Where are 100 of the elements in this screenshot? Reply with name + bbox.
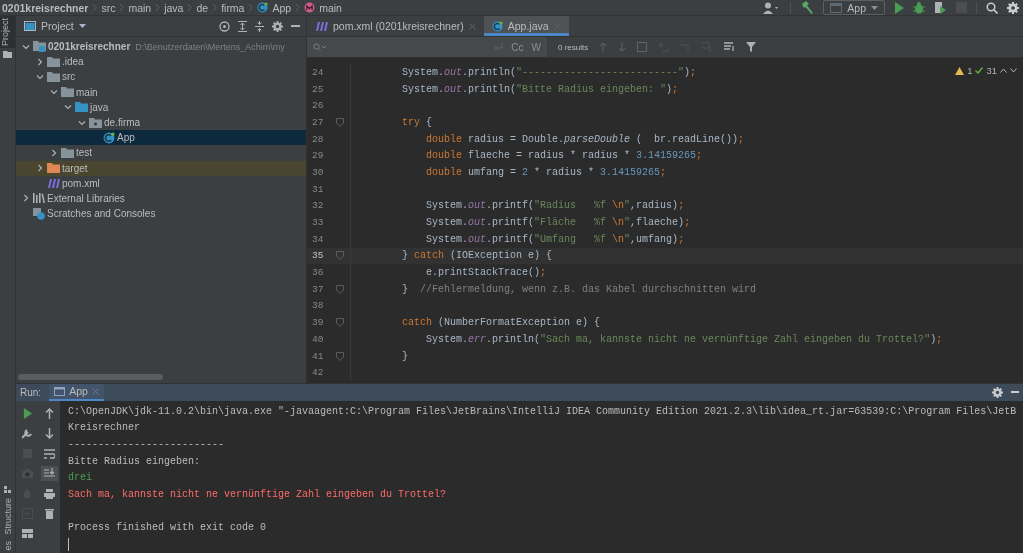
settings-icon[interactable] [272, 20, 283, 32]
scroll-to-end-icon[interactable] [40, 466, 58, 482]
chevron-icon [155, 3, 161, 12]
search-icon[interactable] [986, 1, 998, 14]
up-arrow-icon[interactable] [44, 408, 54, 420]
breadcrumb-item[interactable]: App [272, 1, 292, 14]
code-token: System. [425, 200, 469, 212]
breadcrumb-item[interactable]: main [319, 1, 342, 14]
breadcrumb-item[interactable]: src [101, 1, 116, 14]
tree-item[interactable]: External Libraries [16, 190, 306, 207]
expand-all-icon[interactable] [238, 20, 247, 32]
code-token: //Fehlermeldung, wenn z.B. das Kabel durchschnitten wird [420, 283, 757, 295]
fold-marker-icon[interactable] [336, 351, 344, 361]
tree-item[interactable]: test [16, 145, 306, 161]
breadcrumb-item[interactable]: 0201kreisrechner [2, 1, 89, 14]
search-field[interactable]: Cc W [307, 37, 547, 57]
line-number: 25 [311, 83, 325, 95]
line-number: 41 [311, 350, 325, 362]
code-token: { [425, 116, 433, 128]
window-icon [24, 21, 36, 31]
run-icon[interactable] [894, 1, 904, 14]
warning-icon[interactable] [955, 66, 965, 75]
folder-icon[interactable] [3, 51, 12, 58]
code-token: out [468, 200, 487, 212]
structure-icon[interactable] [4, 485, 11, 493]
tool-window-tab[interactable]: Structure [2, 495, 13, 537]
search-option[interactable]: W [531, 41, 541, 53]
filter-icon[interactable] [746, 42, 757, 52]
check-icon[interactable] [975, 67, 984, 74]
project-tool-tab[interactable]: Project [0, 16, 15, 48]
tree-item[interactable]: 0201kreisrechner D:\Benutzerdaten\Mertens_Achim\my [16, 39, 306, 55]
code-token: "Fläche %f [534, 217, 608, 229]
settings-icon[interactable] [992, 386, 1003, 398]
tree-item[interactable]: .idea [16, 54, 306, 70]
run-label: Run: [20, 386, 42, 398]
code-token: ; [738, 133, 745, 145]
tree-item[interactable]: de.firma [16, 114, 306, 131]
results-count: 0 results [558, 42, 589, 52]
code-token: ; [678, 200, 685, 212]
code-token: e.printStackTrace() [425, 267, 541, 279]
code-token: "--------------------------" [516, 66, 685, 78]
warning-count: 1 [967, 65, 973, 76]
tree-item[interactable]: java [16, 99, 306, 115]
tree-item[interactable]: target [16, 160, 306, 176]
search-option[interactable]: Cc [511, 41, 524, 53]
minimize-icon[interactable] [1011, 391, 1019, 394]
next-icon[interactable] [1010, 68, 1017, 73]
line-number: 33 [311, 217, 325, 229]
breadcrumb-item[interactable]: main [128, 1, 152, 14]
code-token: ) [684, 66, 691, 78]
caret-icon [871, 5, 878, 10]
editor-tab[interactable]: pom.xml (0201kreisrechner) [307, 16, 484, 36]
settings-icon[interactable] [1007, 1, 1019, 14]
fold-marker-icon[interactable] [336, 251, 344, 261]
run-icon[interactable] [22, 408, 32, 420]
locate-icon[interactable] [219, 20, 230, 32]
module-folder-icon [33, 41, 46, 53]
wrench-icon[interactable] [21, 428, 33, 440]
coverage-icon[interactable] [934, 1, 947, 14]
editor-tab[interactable]: App.java [483, 16, 569, 36]
code-token: err [468, 333, 487, 345]
window-icon [830, 2, 843, 13]
fold-marker-icon[interactable] [336, 284, 344, 294]
tree-item[interactable]: Scratches and Consoles [16, 206, 306, 222]
project-view-dropdown[interactable]: Project [24, 20, 86, 32]
collapse-all-icon[interactable] [255, 20, 264, 32]
trash-icon[interactable] [44, 508, 54, 520]
tree-item[interactable]: pom.xml [16, 175, 306, 191]
code-token: ,flaeche) [630, 217, 685, 229]
tool-window-tab[interactable]: es [2, 539, 13, 553]
fold-marker-icon[interactable] [336, 117, 344, 127]
bug-icon[interactable] [913, 1, 925, 14]
code-token: .printf( [486, 200, 535, 212]
fold-marker-icon[interactable] [336, 318, 344, 328]
down-arrow-icon[interactable] [44, 428, 54, 440]
breadcrumb-item[interactable]: firma [221, 1, 245, 14]
previous-icon[interactable] [1000, 68, 1007, 73]
print-icon[interactable] [43, 488, 55, 499]
line-number: 27 [311, 116, 325, 128]
code-token: \n [612, 233, 625, 245]
code-token: "Bitte Radius eingeben: " [516, 83, 667, 95]
code-token: (IOException e) { [449, 250, 553, 262]
tree-item[interactable]: src [16, 69, 306, 85]
tree-item[interactable]: main [16, 84, 306, 100]
soft-wrap-icon[interactable] [43, 448, 55, 459]
run-tab[interactable]: App [49, 383, 104, 401]
layout-icon[interactable] [21, 529, 33, 539]
tree-item[interactable]: App [16, 130, 306, 146]
scrollbar[interactable] [18, 373, 163, 380]
caret-icon [78, 24, 86, 28]
console-line: Bitte Radius eingeben: [68, 455, 201, 467]
hammer-icon[interactable] [800, 1, 815, 14]
filter-lines-icon[interactable] [724, 42, 736, 52]
breadcrumb-item[interactable]: de [196, 1, 209, 14]
code-token: catch [401, 317, 432, 329]
breadcrumb-item[interactable]: java [164, 1, 184, 14]
code-token: \n [612, 200, 625, 212]
run-configuration-dropdown[interactable]: App [823, 0, 885, 15]
chevron-icon [92, 3, 98, 12]
code-token: } [401, 283, 409, 295]
